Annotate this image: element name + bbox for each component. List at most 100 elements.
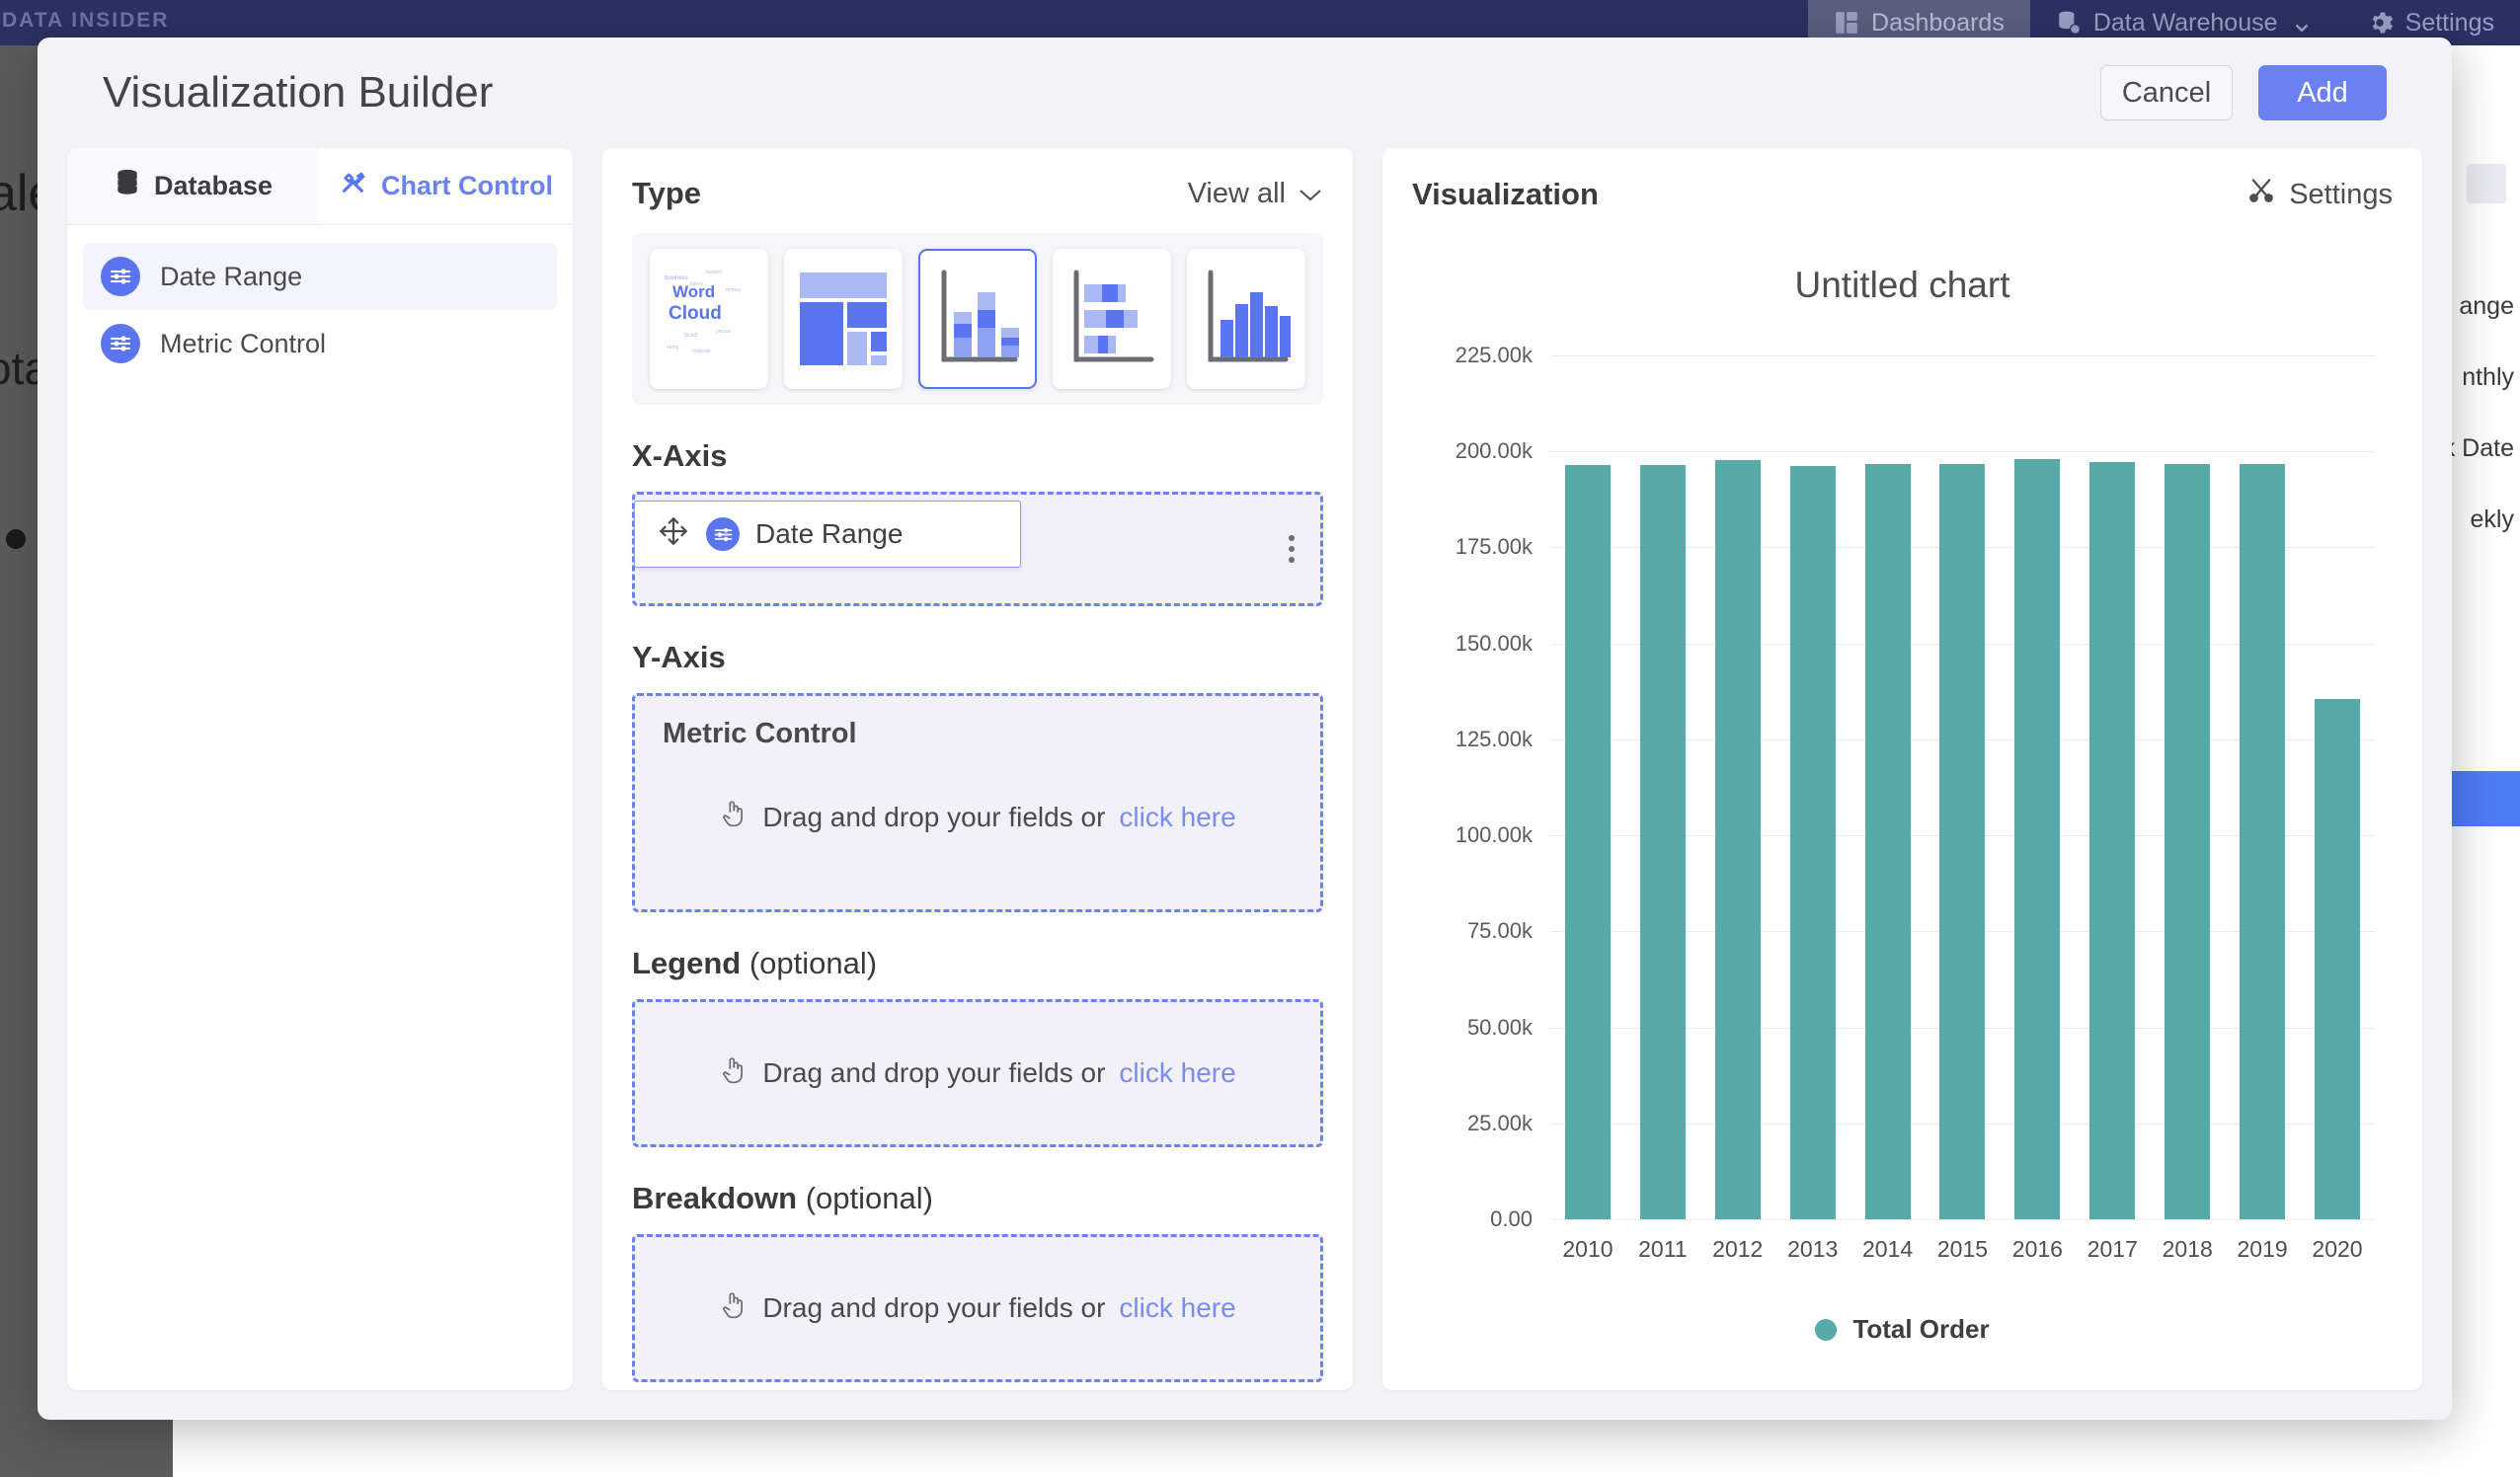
y-axis-hint: Drag and drop your fields or click here — [663, 798, 1293, 836]
chart-bar-column[interactable] — [1926, 355, 2001, 1219]
move-arrows-icon[interactable] — [657, 514, 690, 555]
chart-bar-column[interactable] — [1625, 355, 1700, 1219]
type-title: Type — [632, 176, 701, 211]
chart-x-axis-tick: 2015 — [1926, 1236, 2001, 1263]
breakdown-dropzone[interactable]: Drag and drop your fields or click here — [632, 1234, 1323, 1382]
legend-click-here-link[interactable]: click here — [1119, 1057, 1235, 1089]
field-item-metric-control-label: Metric Control — [160, 329, 326, 359]
chart-type-stacked-column[interactable] — [918, 249, 1037, 389]
field-item-date-range[interactable]: Date Range — [83, 243, 557, 310]
legend-entry-label: Total Order — [1852, 1314, 1989, 1345]
tab-chart-control-label: Chart Control — [381, 171, 553, 201]
background-bullet-dot — [6, 529, 26, 549]
chart-bar[interactable] — [1790, 466, 1836, 1219]
breakdown-label-text: Breakdown — [632, 1181, 797, 1215]
save-icon[interactable] — [2467, 164, 2506, 203]
chart-bar[interactable] — [1865, 464, 1911, 1219]
chart-y-axis-tick: 25.00k — [1467, 1111, 1533, 1136]
svg-text:Cloud: Cloud — [669, 303, 722, 324]
dashboard-grid-icon — [1834, 10, 1859, 36]
svg-text:person: person — [716, 329, 732, 335]
panel-tabs: Database Chart Control — [67, 148, 573, 225]
visualization-preview-panel: Visualization Settings Untitled chart 0.… — [1382, 148, 2422, 1390]
nav-item-settings-label: Settings — [2405, 9, 2494, 38]
chart-x-axis-tick: 2014 — [1851, 1236, 1926, 1263]
view-all-button[interactable]: View all — [1188, 178, 1323, 210]
chart-y-axis-tick: 225.00k — [1456, 343, 1533, 368]
database-icon — [115, 169, 140, 203]
sliders-icon — [706, 517, 740, 551]
nav-item-data-warehouse-label: Data Warehouse — [2093, 9, 2278, 38]
chart-bar-column[interactable] — [1775, 355, 1851, 1219]
chart-bar[interactable] — [1640, 465, 1686, 1219]
x-axis-dropzone[interactable]: Date Range Date Range — [632, 492, 1323, 606]
y-axis-dropzone[interactable]: Metric Control Drag and drop your fields… — [632, 693, 1323, 912]
chart-x-axis-tick: 2019 — [2225, 1236, 2300, 1263]
breakdown-hint-text: Drag and drop your fields or — [762, 1292, 1105, 1324]
legend-hint-text: Drag and drop your fields or — [762, 1057, 1105, 1089]
chart-type-stacked-bar[interactable] — [1053, 249, 1171, 389]
x-axis-field-chip[interactable]: Date Range — [634, 501, 1021, 568]
chart-bar-column[interactable] — [1700, 355, 1775, 1219]
chart-bar[interactable] — [2089, 462, 2135, 1219]
legend-color-dot — [1815, 1319, 1837, 1341]
chevron-down-icon: ⌄ — [2290, 18, 2315, 28]
chart-bar-column[interactable] — [2225, 355, 2300, 1219]
background-row-label-1: ange — [2459, 292, 2514, 321]
nav-item-dashboards-label: Dashboards — [1871, 9, 2005, 38]
chart-bar[interactable] — [1715, 460, 1761, 1219]
y-axis-click-here-link[interactable]: click here — [1119, 802, 1235, 833]
legend-optional-text: (optional) — [741, 946, 877, 980]
chart-bar[interactable] — [1939, 464, 1985, 1219]
hand-pointer-icon — [719, 1054, 748, 1093]
chart-x-axis-tick: 2011 — [1625, 1236, 1700, 1263]
chart-bar-column[interactable] — [1550, 355, 1625, 1219]
chart-config-panel: Type View all Word Cloud business fashio… — [602, 148, 1353, 1390]
background-row-label-3: k Date — [2443, 434, 2514, 463]
tab-database-label: Database — [154, 171, 273, 201]
breakdown-click-here-link[interactable]: click here — [1119, 1292, 1235, 1324]
chart-plot-area: 0.0025.00k50.00k75.00k100.00k125.00k150.… — [1550, 355, 2375, 1219]
type-header: Type View all — [632, 176, 1323, 211]
tab-database[interactable]: Database — [67, 148, 320, 224]
chart-bar-column[interactable] — [1851, 355, 1926, 1219]
modal-header: Visualization Builder Cancel Add — [38, 38, 2452, 148]
database-panel: Database Chart Control Date Range — [67, 148, 573, 1390]
svg-text:future: future — [690, 281, 703, 287]
hand-pointer-icon — [719, 798, 748, 836]
field-item-metric-control[interactable]: Metric Control — [83, 310, 557, 377]
hand-pointer-icon — [719, 1289, 748, 1328]
chart-type-word-cloud[interactable]: Word Cloud business fashion future money… — [650, 249, 768, 389]
view-all-label: View all — [1188, 178, 1286, 210]
kebab-menu-icon[interactable] — [1289, 535, 1295, 563]
sliders-icon — [101, 257, 140, 296]
chart-x-axis-tick: 2020 — [2300, 1236, 2375, 1263]
page-title: Visualization Builder — [103, 68, 493, 117]
chart-bar[interactable] — [1565, 465, 1611, 1219]
cancel-button[interactable]: Cancel — [2100, 65, 2233, 120]
chart-type-treemap[interactable] — [784, 249, 903, 389]
y-axis-hint-text: Drag and drop your fields or — [762, 802, 1105, 833]
chart-x-axis-tick: 2013 — [1775, 1236, 1851, 1263]
chart-bar-column[interactable] — [2300, 355, 2375, 1219]
add-button[interactable]: Add — [2258, 65, 2387, 120]
chart-y-axis-tick: 175.00k — [1456, 534, 1533, 560]
chevron-down-icon — [1298, 178, 1323, 210]
chart-y-axis-tick: 200.00k — [1456, 438, 1533, 464]
chart-bar-column[interactable] — [2000, 355, 2075, 1219]
settings-button[interactable]: Settings — [2246, 176, 2393, 213]
legend-dropzone[interactable]: Drag and drop your fields or click here — [632, 999, 1323, 1147]
chart-bar[interactable] — [2315, 699, 2360, 1219]
chart-bar-column[interactable] — [2075, 355, 2150, 1219]
tab-chart-control[interactable]: Chart Control — [320, 148, 573, 224]
visualization-title: Visualization — [1412, 177, 1599, 212]
chart-bar-column[interactable] — [2150, 355, 2225, 1219]
chart-x-axis-ticks: 2010201120122013201420152016201720182019… — [1550, 1236, 2375, 1263]
legend-label-text: Legend — [632, 946, 741, 980]
chart-type-histogram[interactable] — [1187, 249, 1305, 389]
modal-actions: Cancel Add — [2100, 65, 2387, 120]
chart-bar[interactable] — [2014, 459, 2060, 1219]
chart-bar[interactable] — [2240, 464, 2285, 1219]
chart-bar[interactable] — [2165, 464, 2210, 1219]
svg-text:money: money — [726, 287, 742, 293]
